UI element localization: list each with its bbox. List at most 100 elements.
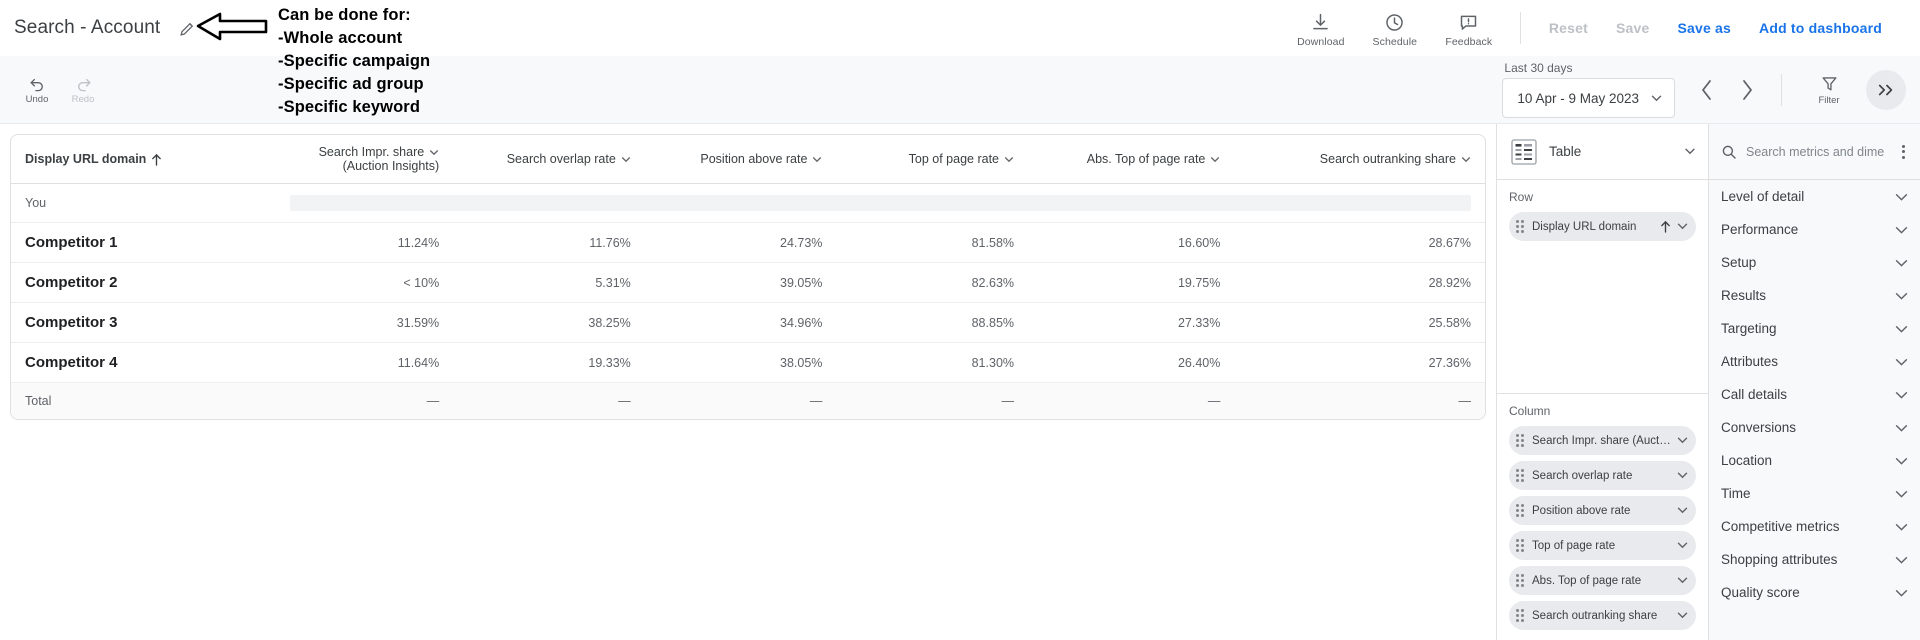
column-header-label: Search outranking share (1319, 152, 1456, 166)
next-period-button[interactable] (1727, 70, 1767, 110)
drag-handle-icon[interactable] (1516, 504, 1526, 517)
column-header-label: Abs. Top of page rate (1086, 152, 1206, 166)
save-as-button[interactable]: Save as (1663, 12, 1745, 44)
metric-category-level-of-detail[interactable]: Level of detail (1709, 180, 1920, 213)
table-header-row: Display URL domain Search Impr. share (A… (11, 135, 1485, 184)
metric-category-targeting[interactable]: Targeting (1709, 312, 1920, 345)
chevron-down-icon (1895, 523, 1908, 531)
add-to-dashboard-button[interactable]: Add to dashboard (1745, 12, 1896, 44)
metric-category-competitive-metrics[interactable]: Competitive metrics (1709, 510, 1920, 543)
expand-panel-button[interactable] (1866, 69, 1906, 110)
category-label: Location (1721, 453, 1773, 468)
date-range-dropdown[interactable]: 10 Apr - 9 May 2023 (1502, 78, 1675, 118)
metric-category-results[interactable]: Results (1709, 279, 1920, 312)
chevron-down-icon (1004, 156, 1014, 162)
column-header-label: Display URL domain (25, 152, 147, 166)
chip-label: Search overlap rate (1532, 469, 1633, 482)
download-button[interactable]: Download (1284, 8, 1358, 48)
category-label: Setup (1721, 255, 1757, 270)
cell-search-impr-share: 31.59% (276, 302, 454, 343)
metric-category-time[interactable]: Time (1709, 477, 1920, 510)
arrow-up-icon[interactable] (1660, 220, 1671, 233)
drag-handle-icon[interactable] (1516, 434, 1526, 447)
metric-category-shopping-attributes[interactable]: Shopping attributes (1709, 543, 1920, 576)
cell-search-overlap-rate: — (453, 382, 645, 419)
kebab-menu-icon[interactable] (1894, 144, 1912, 159)
date-range-value: 10 Apr - 9 May 2023 (1517, 90, 1639, 106)
metric-category-quality-score[interactable]: Quality score (1709, 576, 1920, 609)
column-header-display-url-domain[interactable]: Display URL domain (11, 135, 277, 184)
chevron-down-icon (1210, 156, 1220, 162)
cell-search-outranking-share: 28.92% (1234, 262, 1485, 303)
column-chip-abs-top-of-page-rate[interactable]: Abs. Top of page rate (1509, 566, 1696, 595)
download-label: Download (1297, 36, 1345, 48)
column-header-top-of-page-rate[interactable]: Top of page rate (836, 135, 1029, 184)
column-chip-search-impr-share[interactable]: Search Impr. share (Auction Insight… (1509, 426, 1696, 455)
metric-category-location[interactable]: Location (1709, 444, 1920, 477)
reset-button[interactable]: Reset (1535, 12, 1602, 44)
metric-category-attributes[interactable]: Attributes (1709, 345, 1920, 378)
column-header-sublabel: (Auction Insights) (342, 159, 440, 173)
column-header-search-overlap-rate[interactable]: Search overlap rate (453, 135, 645, 184)
row-chip-display-url-domain[interactable]: Display URL domain (1509, 212, 1696, 241)
chevron-down-icon (429, 149, 439, 155)
pencil-icon[interactable] (176, 17, 198, 39)
cell-position-above-rate: 24.73% (644, 222, 837, 263)
chip-label: Abs. Top of page rate (1532, 574, 1642, 587)
schedule-button[interactable]: Schedule (1358, 8, 1432, 48)
chevron-down-icon (1895, 589, 1908, 597)
save-button[interactable]: Save (1602, 12, 1664, 44)
metric-category-call-details[interactable]: Call details (1709, 378, 1920, 411)
drag-handle-icon[interactable] (1516, 539, 1526, 552)
drag-handle-icon[interactable] (1516, 574, 1526, 587)
chevron-down-icon (1684, 148, 1696, 155)
chevron-down-icon[interactable] (1677, 542, 1688, 549)
drag-handle-icon[interactable] (1516, 220, 1526, 233)
visualization-type-selector[interactable]: Table (1497, 124, 1708, 180)
chevron-down-icon[interactable] (1677, 507, 1688, 514)
row-section: Row Display URL domain (1497, 180, 1708, 251)
column-chip-search-overlap-rate[interactable]: Search overlap rate (1509, 461, 1696, 490)
column-header-position-above-rate[interactable]: Position above rate (644, 135, 837, 184)
column-header-search-impr-share[interactable]: Search Impr. share (Auction Insights) (276, 135, 454, 184)
placeholder-bar (290, 195, 1471, 211)
cell-search-outranking-share: 27.36% (1234, 342, 1485, 383)
chevron-down-icon (1461, 156, 1471, 162)
metric-category-setup[interactable]: Setup (1709, 246, 1920, 279)
chevron-down-icon[interactable] (1677, 612, 1688, 619)
chevron-down-icon (1895, 292, 1908, 300)
column-header-label: Search Impr. share (318, 145, 425, 159)
drag-handle-icon[interactable] (1516, 469, 1526, 482)
metric-category-performance[interactable]: Performance (1709, 213, 1920, 246)
chevron-down-icon[interactable] (1677, 472, 1688, 479)
cell-abs-top-of-page-rate: 26.40% (1028, 342, 1235, 383)
column-header-search-outranking-share[interactable]: Search outranking share (1234, 135, 1485, 184)
metrics-search-bar (1709, 124, 1920, 180)
table-row[interactable]: Competitor 2 < 10% 5.31% 39.05% 82.63% 1… (11, 262, 1485, 303)
table-row[interactable]: Competitor 1 11.24% 11.76% 24.73% 81.58%… (11, 222, 1485, 263)
column-header-abs-top-of-page-rate[interactable]: Abs. Top of page rate (1028, 135, 1235, 184)
table-row[interactable]: Competitor 4 11.64% 19.33% 38.05% 81.30%… (11, 342, 1485, 383)
filter-button[interactable]: Filter (1802, 74, 1856, 106)
report-editor-page: Search - Account Download Schedule Feedb… (0, 0, 1920, 640)
previous-period-button[interactable] (1687, 70, 1727, 110)
column-chip-search-outranking-share[interactable]: Search outranking share (1509, 601, 1696, 630)
feedback-button[interactable]: Feedback (1432, 8, 1506, 48)
chevron-down-icon[interactable] (1677, 577, 1688, 584)
category-label: Call details (1721, 387, 1788, 402)
table-row[interactable]: You (11, 183, 1485, 223)
drag-handle-icon[interactable] (1516, 609, 1526, 622)
chevron-down-icon[interactable] (1677, 223, 1688, 230)
date-range-control: Last 30 days 10 Apr - 9 May 2023 (1502, 61, 1675, 118)
chevron-down-icon[interactable] (1677, 437, 1688, 444)
redo-button[interactable]: Redo (60, 67, 106, 113)
schedule-label: Schedule (1372, 36, 1418, 48)
table-row[interactable]: Competitor 3 31.59% 38.25% 34.96% 88.85%… (11, 302, 1485, 343)
cell-search-overlap-rate: 11.76% (453, 222, 645, 263)
metric-category-conversions[interactable]: Conversions (1709, 411, 1920, 444)
editor-body: Display URL domain Search Impr. share (A… (0, 124, 1920, 640)
search-input[interactable] (1746, 144, 1885, 159)
undo-button[interactable]: Undo (14, 67, 60, 113)
column-chip-top-of-page-rate[interactable]: Top of page rate (1509, 531, 1696, 560)
column-chip-position-above-rate[interactable]: Position above rate (1509, 496, 1696, 525)
